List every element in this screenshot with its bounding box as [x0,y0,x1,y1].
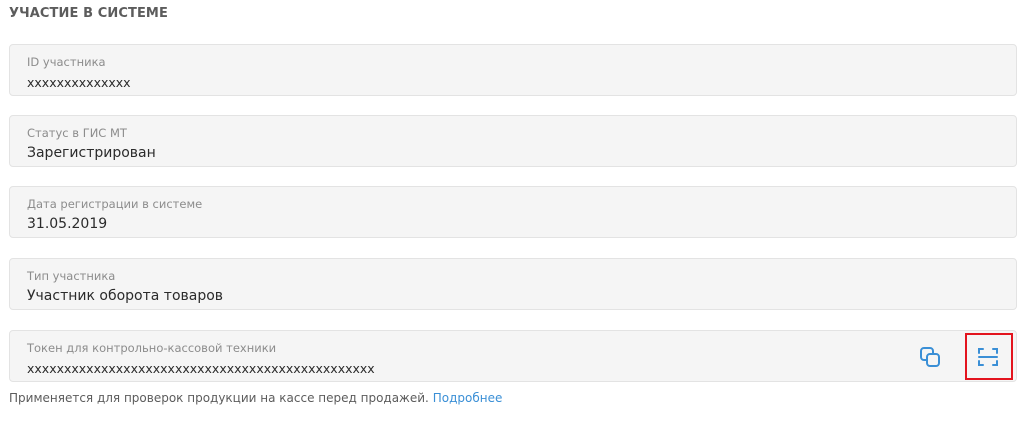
kkt-token-field: Токен для контрольно-кассовой техники xx… [9,330,1017,382]
copy-icon [920,347,940,367]
participant-type-label: Тип участника [27,269,116,283]
participant-id-value[interactable]: xxxxxxxxxxxxxx [27,75,131,90]
copy-token-button[interactable] [916,343,944,371]
registration-date-label: Дата регистрации в системе [27,197,203,211]
learn-more-link[interactable]: Подробнее [433,391,503,405]
kkt-token-label: Токен для контрольно-кассовой техники [27,341,277,355]
token-hint: Применяется для проверок продукции на ка… [9,391,502,405]
gis-status-field: Статус в ГИС МТ Зарегистрирован [9,115,1017,167]
token-hint-text: Применяется для проверок продукции на ка… [9,391,429,405]
kkt-token-value[interactable]: xxxxxxxxxxxxxxxxxxxxxxxxxxxxxxxxxxxxxxxx… [27,361,375,376]
participant-id-label: ID участника [27,55,106,69]
participant-id-field: ID участника xxxxxxxxxxxxxx [9,44,1017,96]
qr-button-highlight [965,333,1013,380]
gis-status-value[interactable]: Зарегистрирован [27,145,156,161]
section-title: УЧАСТИЕ В СИСТЕМЕ [9,6,168,21]
participant-type-value[interactable]: Участник оборота товаров [27,288,223,304]
gis-status-label: Статус в ГИС МТ [27,126,127,140]
participant-type-field: Тип участника Участник оборота товаров [9,258,1017,310]
registration-date-field: Дата регистрации в системе 31.05.2019 [9,186,1017,238]
registration-date-value[interactable]: 31.05.2019 [27,216,107,232]
